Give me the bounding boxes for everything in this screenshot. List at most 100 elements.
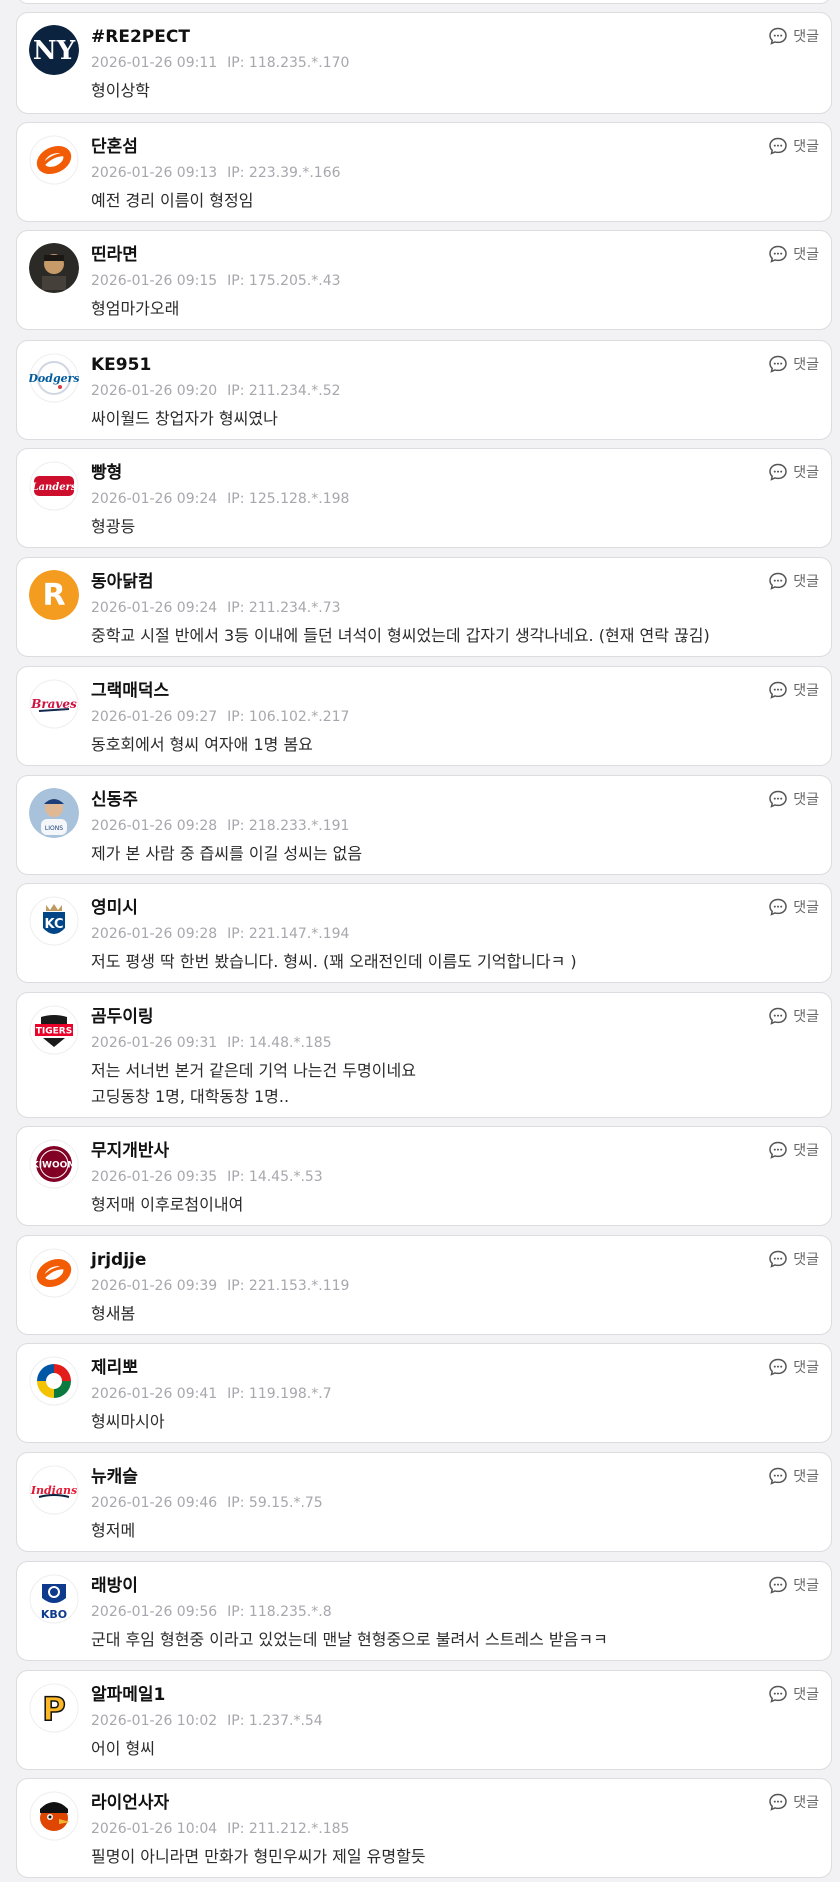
comment-ip: IP: 211.212.*.185	[227, 1821, 350, 1837]
eagles-logo-icon[interactable]	[29, 1248, 79, 1298]
photo-avatar-icon[interactable]	[29, 243, 79, 293]
reply-button[interactable]: 댓글	[768, 1683, 819, 1705]
comment-meta: 2026-01-26 09:31 IP: 14.48.*.185	[91, 1033, 332, 1053]
comment-content: 형저매 이후로첨이내여	[91, 1192, 815, 1218]
reply-label: 댓글	[793, 1578, 819, 1594]
comment-card: KBO 래방이 2026-01-26 09:56 IP: 118.235.*.8 군대 …	[16, 1561, 832, 1661]
reply-button[interactable]: 댓글	[768, 1465, 819, 1487]
indians-logo-icon[interactable]: Indians	[29, 1465, 79, 1515]
reply-button[interactable]: 댓글	[768, 679, 819, 701]
reply-icon	[768, 1792, 788, 1812]
reply-button[interactable]: 댓글	[768, 1356, 819, 1378]
reply-button[interactable]: 댓글	[768, 1574, 819, 1596]
comment-ip: IP: 14.45.*.53	[227, 1169, 323, 1185]
comment-author-name[interactable]: 단혼섬	[91, 135, 138, 159]
comment-content: 군대 후임 형현중 이라고 있었는데 맨날 현형중으로 불려서 스트레스 받음ㅋ…	[91, 1627, 815, 1653]
comment-meta: 2026-01-26 09:28 IP: 218.233.*.191	[91, 816, 349, 836]
comment-author-name[interactable]: 알파메일1	[91, 1683, 165, 1707]
kbo-logo-icon[interactable]: KBO	[29, 1574, 79, 1624]
comment-ip: IP: 175.205.*.43	[227, 273, 341, 289]
player-photo-avatar-icon[interactable]: LIONS	[29, 788, 79, 838]
comment-author-name[interactable]: 뉴캐슬	[91, 1465, 138, 1489]
reply-icon	[768, 1140, 788, 1160]
pirates-logo-icon[interactable]: P	[29, 1683, 79, 1733]
reply-label: 댓글	[793, 1009, 819, 1025]
comment-text-line: 형저매 이후로첨이내여	[91, 1195, 244, 1214]
comment-text-line: 필명이 아니라면 만화가 형민우씨가 제일 유명할듯	[91, 1847, 426, 1866]
reply-button[interactable]: 댓글	[768, 570, 819, 592]
comment-author-name[interactable]: 영미시	[91, 896, 138, 920]
reply-label: 댓글	[793, 1795, 819, 1811]
reply-button[interactable]: 댓글	[768, 1791, 819, 1813]
reply-button[interactable]: 댓글	[768, 896, 819, 918]
comment-timestamp: 2026-01-26 09:20	[91, 383, 218, 399]
comment-timestamp: 2026-01-26 09:24	[91, 600, 218, 616]
comment-content: 형씨마시아	[91, 1409, 815, 1435]
comment-meta: 2026-01-26 09:15 IP: 175.205.*.43	[91, 271, 341, 291]
comment-author-name[interactable]: 띤라면	[91, 243, 138, 267]
dodgers-logo-icon[interactable]: Dodgers	[29, 353, 79, 403]
reply-icon	[768, 1006, 788, 1026]
comment-author-name[interactable]: 무지개반사	[91, 1139, 169, 1163]
reply-button[interactable]: 댓글	[768, 1005, 819, 1027]
comment-content: 제가 본 사람 중 즙씨를 이길 성씨는 없음	[91, 841, 815, 867]
comment-ip: IP: 221.153.*.119	[227, 1278, 350, 1294]
comment-timestamp: 2026-01-26 09:27	[91, 709, 218, 725]
tigers-logo-icon[interactable]: TIGERS	[29, 1005, 79, 1055]
comment-author-name[interactable]: 래방이	[91, 1574, 138, 1598]
comment-card: NY #RE2PECT 2026-01-26 09:11 IP: 118.235.*.…	[16, 12, 832, 114]
reply-icon	[768, 136, 788, 156]
r-letter-logo-icon[interactable]: R	[29, 570, 79, 620]
comment-author-name[interactable]: KE951	[91, 353, 151, 377]
comment-author-name[interactable]: 빵형	[91, 461, 122, 485]
reply-button[interactable]: 댓글	[768, 1139, 819, 1161]
comment-card: jrjdjje 2026-01-26 09:39 IP: 221.153.*.119…	[16, 1235, 832, 1335]
comment-content: 중학교 시절 반에서 3등 이내에 들던 녀석이 형씨었는데 갑자기 생각나네요…	[91, 623, 815, 649]
landers-logo-icon[interactable]: Landers	[29, 461, 79, 511]
comment-text-line: 저도 평생 딱 한번 봤습니다. 형씨. (꽤 오래전인데 이름도 기억합니다ㅋ…	[91, 952, 577, 971]
braves-logo-icon[interactable]: Braves	[29, 679, 79, 729]
comment-author-name[interactable]: jrjdjje	[91, 1248, 146, 1272]
comment-card: KC 영미시 2026-01-26 09:28 IP: 221.147.*.194 저도…	[16, 883, 832, 983]
reply-button[interactable]: 댓글	[768, 25, 819, 47]
comment-card: R 동아닭컴 2026-01-26 09:24 IP: 211.234.*.73 중학교…	[16, 557, 832, 657]
reply-label: 댓글	[793, 247, 819, 263]
comment-text-line: 고딩동창 1명, 대학동창 1명..	[91, 1087, 290, 1106]
comment-author-name[interactable]: 곰두이링	[91, 1005, 154, 1029]
comment-content: 싸이월드 창업자가 형씨였나	[91, 406, 815, 432]
eagles-logo-icon[interactable]	[29, 135, 79, 185]
comment-ip: IP: 218.233.*.191	[227, 818, 350, 834]
comment-text-line: 중학교 시절 반에서 3등 이내에 들던 녀석이 형씨었는데 갑자기 생각나네요…	[91, 626, 710, 645]
comment-author-name[interactable]: 동아닭컴	[91, 570, 154, 594]
reply-button[interactable]: 댓글	[768, 1248, 819, 1270]
comment-card: KIWOOM 무지개반사 2026-01-26 09:35 IP: 14.45.*.5…	[16, 1126, 832, 1226]
reply-label: 댓글	[793, 1360, 819, 1376]
royals-logo-icon[interactable]: KC	[29, 896, 79, 946]
kiwoom-logo-icon[interactable]: KIWOOM	[29, 1139, 79, 1189]
orioles-logo-icon[interactable]	[29, 1791, 79, 1841]
comment-card: Indians 뉴캐슬 2026-01-26 09:46 IP: 59.15.*.75…	[16, 1452, 832, 1552]
yankees-logo-icon[interactable]: NY	[29, 25, 79, 75]
comment-content: 형광등	[91, 514, 815, 540]
comment-author-name[interactable]: 라이언사자	[91, 1791, 169, 1815]
comment-ip: IP: 106.102.*.217	[227, 709, 350, 725]
comment-author-name[interactable]: #RE2PECT	[91, 25, 190, 49]
reply-button[interactable]: 댓글	[768, 243, 819, 265]
comment-meta: 2026-01-26 09:56 IP: 118.235.*.8	[91, 1602, 332, 1622]
comment-text-line: 싸이월드 창업자가 형씨였나	[91, 409, 278, 428]
reply-button[interactable]: 댓글	[768, 353, 819, 375]
comment-author-name[interactable]: 그랙매덕스	[91, 679, 169, 703]
comment-card: 라이언사자 2026-01-26 10:04 IP: 211.212.*.185 필명…	[16, 1778, 832, 1878]
comment-author-name[interactable]: 신동주	[91, 788, 138, 812]
comment-text-line: 형광등	[91, 517, 136, 536]
comment-meta: 2026-01-26 09:39 IP: 221.153.*.119	[91, 1276, 349, 1296]
reply-button[interactable]: 댓글	[768, 135, 819, 157]
comment-author-name[interactable]: 제리뽀	[91, 1356, 138, 1380]
wbc-logo-icon[interactable]	[29, 1356, 79, 1406]
comment-text-line: 형저메	[91, 1521, 136, 1540]
comment-text-line: 동호회에서 형씨 여자애 1명 봄요	[91, 735, 313, 754]
comment-content: 동호회에서 형씨 여자애 1명 봄요	[91, 732, 815, 758]
reply-button[interactable]: 댓글	[768, 461, 819, 483]
comment-ip: IP: 118.235.*.8	[227, 1604, 332, 1620]
reply-button[interactable]: 댓글	[768, 788, 819, 810]
